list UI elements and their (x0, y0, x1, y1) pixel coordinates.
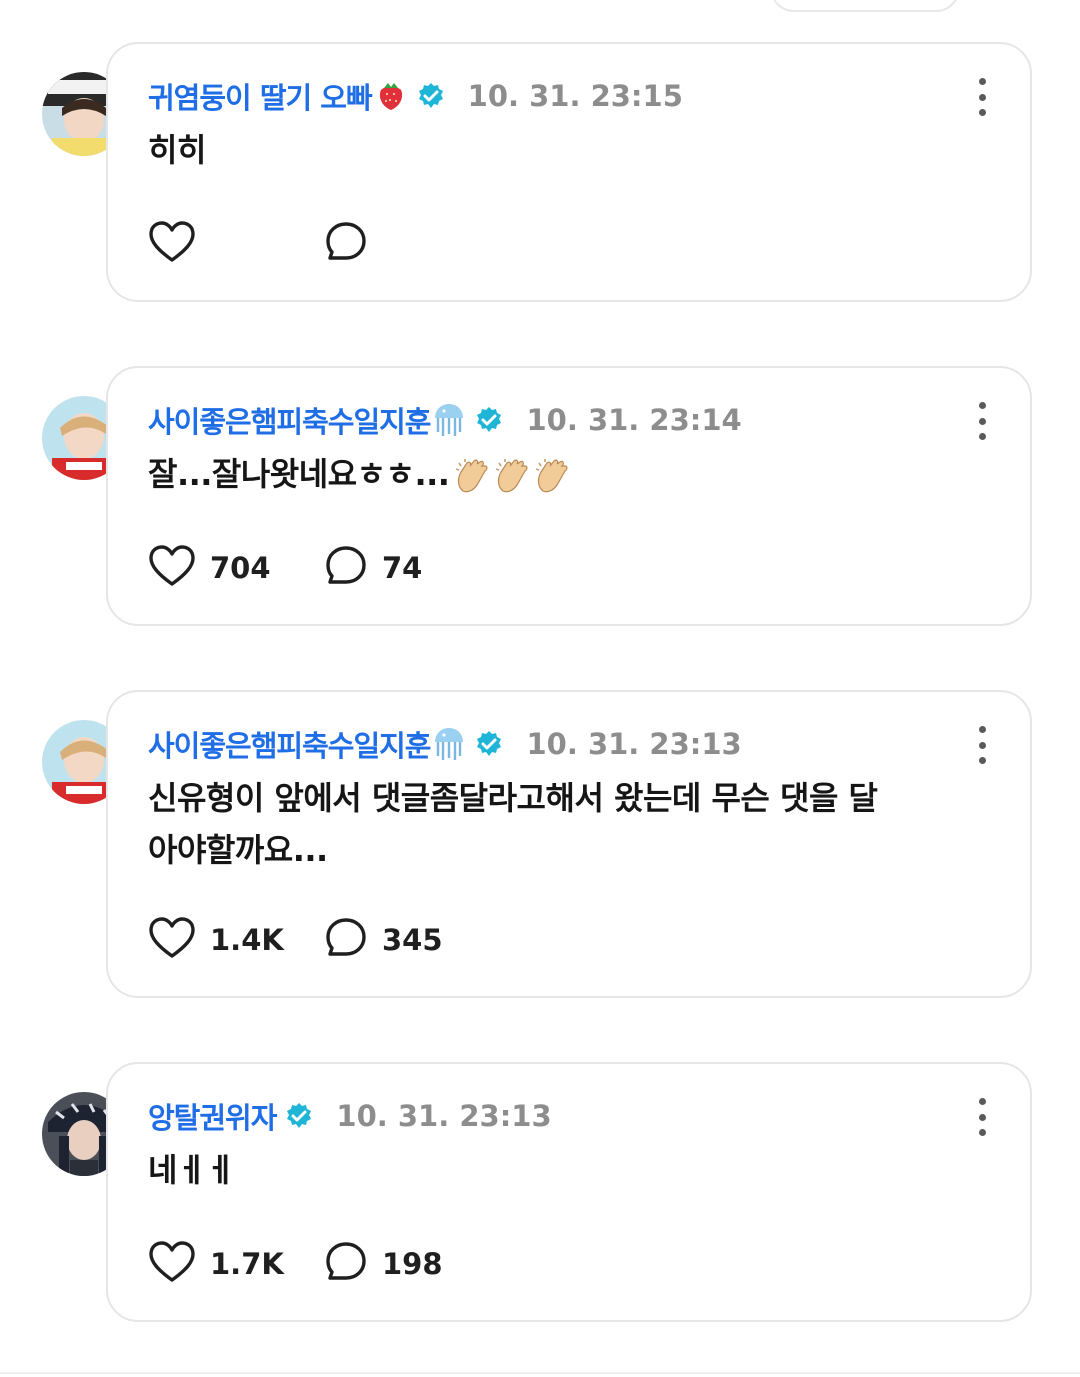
comment-header: 귀염둥이 딸기 오빠 10. 31. 23:15 (148, 74, 683, 118)
reply-button[interactable]: 74 (324, 544, 422, 592)
bottom-divider (0, 1372, 1080, 1374)
reply-count: 345 (382, 923, 443, 957)
heart-icon (148, 1240, 196, 1288)
comment-item: 귀염둥이 딸기 오빠 10. 31. 23:15 히히 (0, 42, 1080, 302)
verified-badge-icon (416, 81, 446, 111)
comment-card: 사이좋은햄피축수일지훈 10. 31. 23:13 신유형이 앞에서 댓글좀달라… (106, 690, 1032, 998)
timestamp: 10. 31. 23:15 (467, 79, 683, 113)
username[interactable]: 귀염둥이 딸기 오빠 (148, 75, 373, 117)
comment-item: 앙탈권위자 10. 31. 23:13 네ㅔㅔ 1.7K 198 (0, 1062, 1080, 1322)
speech-bubble-icon (324, 544, 368, 592)
like-count: 1.7K (210, 1247, 284, 1281)
verified-badge-icon (474, 405, 504, 435)
comment-item: 사이좋은햄피축수일지훈 10. 31. 23:14 잘...잘나왓네요ㅎㅎ... (0, 366, 1080, 626)
comment-header: 사이좋은햄피축수일지훈 10. 31. 23:14 (148, 398, 742, 442)
comment-text: 잘...잘나왓네요ㅎㅎ... (148, 448, 908, 500)
like-button[interactable]: 704 (148, 544, 324, 592)
more-options-icon[interactable] (970, 1098, 994, 1136)
comment-text-content: 잘...잘나왓네요ㅎㅎ... (148, 455, 450, 493)
comment-card: 사이좋은햄피축수일지훈 10. 31. 23:14 잘...잘나왓네요ㅎㅎ... (106, 366, 1032, 626)
timestamp: 10. 31. 23:13 (336, 1099, 552, 1133)
like-button[interactable] (148, 220, 324, 268)
more-options-icon[interactable] (970, 402, 994, 440)
timestamp: 10. 31. 23:13 (526, 727, 742, 761)
reply-count: 198 (382, 1247, 443, 1281)
jellyfish-icon (432, 402, 466, 438)
comment-actions: 704 74 (148, 544, 422, 592)
clapping-hands-icons (453, 457, 573, 495)
verified-badge-icon (474, 729, 504, 759)
top-partial-button[interactable] (770, 0, 960, 12)
timestamp: 10. 31. 23:14 (526, 403, 742, 437)
like-count: 1.4K (210, 923, 284, 957)
speech-bubble-icon (324, 1240, 368, 1288)
speech-bubble-icon (324, 916, 368, 964)
clapping-hands-icon (536, 459, 568, 493)
speech-bubble-icon (324, 220, 368, 268)
heart-icon (148, 220, 196, 268)
clapping-hands-icon (496, 459, 528, 493)
comment-header: 앙탈권위자 10. 31. 23:13 (148, 1094, 552, 1138)
comment-actions: 1.4K 345 (148, 916, 443, 964)
comment-actions (148, 220, 382, 268)
comment-item: 사이좋은햄피축수일지훈 10. 31. 23:13 신유형이 앞에서 댓글좀달라… (0, 690, 1080, 998)
reply-button[interactable] (324, 220, 382, 268)
more-options-icon[interactable] (970, 78, 994, 116)
comment-text: 히히 (148, 131, 206, 169)
clapping-hands-icon (456, 459, 488, 493)
comment-actions: 1.7K 198 (148, 1240, 443, 1288)
heart-icon (148, 916, 196, 964)
like-button[interactable]: 1.4K (148, 916, 324, 964)
username[interactable]: 사이좋은햄피축수일지훈 (148, 399, 431, 441)
reply-button[interactable]: 198 (324, 1240, 443, 1288)
comment-header: 사이좋은햄피축수일지훈 10. 31. 23:13 (148, 722, 742, 766)
heart-icon (148, 544, 196, 592)
comment-card: 귀염둥이 딸기 오빠 10. 31. 23:15 히히 (106, 42, 1032, 302)
username[interactable]: 앙탈권위자 (148, 1095, 277, 1137)
username[interactable]: 사이좋은햄피축수일지훈 (148, 723, 431, 765)
jellyfish-icon (432, 726, 466, 762)
comment-text: 네ㅔㅔ (148, 1151, 235, 1189)
verified-badge-icon (284, 1101, 314, 1131)
comment-card: 앙탈권위자 10. 31. 23:13 네ㅔㅔ 1.7K 198 (106, 1062, 1032, 1322)
like-button[interactable]: 1.7K (148, 1240, 324, 1288)
comment-text: 신유형이 앞에서 댓글좀달라고해서 왔는데 무슨 댓을 달아야할까요... (148, 779, 878, 869)
like-count: 704 (210, 551, 271, 585)
reply-count: 74 (382, 551, 423, 585)
reply-button[interactable]: 345 (324, 916, 443, 964)
strawberry-icon (374, 79, 408, 113)
more-options-icon[interactable] (970, 726, 994, 764)
